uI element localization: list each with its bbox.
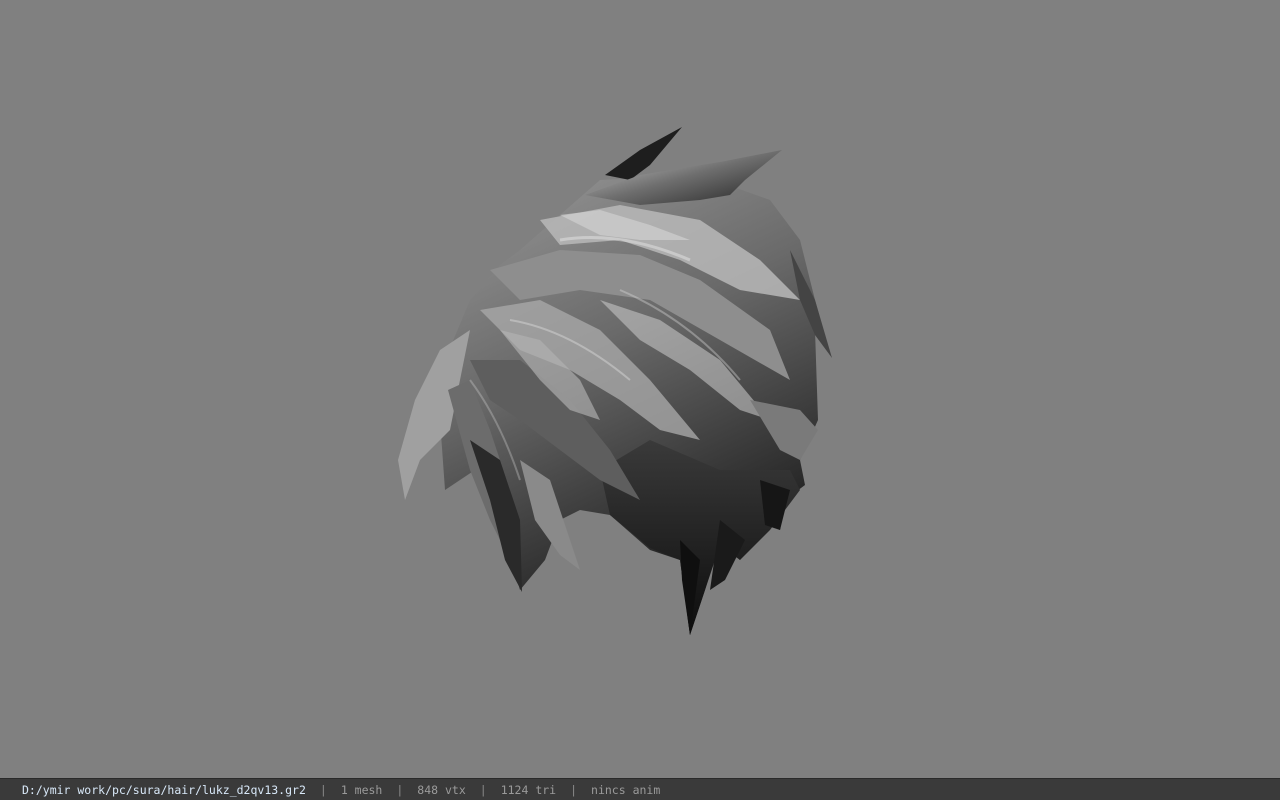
status-separator: |	[396, 782, 404, 797]
status-mesh-count: 1 mesh	[340, 782, 383, 797]
status-triangle-count: 1124 tri	[500, 782, 557, 797]
3d-viewport[interactable]	[0, 0, 1280, 778]
status-separator: |	[479, 782, 487, 797]
status-separator: |	[570, 782, 578, 797]
status-anim-status: nincs anim	[591, 782, 661, 797]
status-separator: |	[319, 782, 327, 797]
status-bar: D:/ymir work/pc/sura/hair/lukz_d2qv13.gr…	[0, 778, 1280, 800]
status-vertex-count: 848 vtx	[417, 782, 466, 797]
hair-model-render[interactable]	[0, 0, 1280, 778]
status-file-path: D:/ymir work/pc/sura/hair/lukz_d2qv13.gr…	[22, 782, 306, 797]
